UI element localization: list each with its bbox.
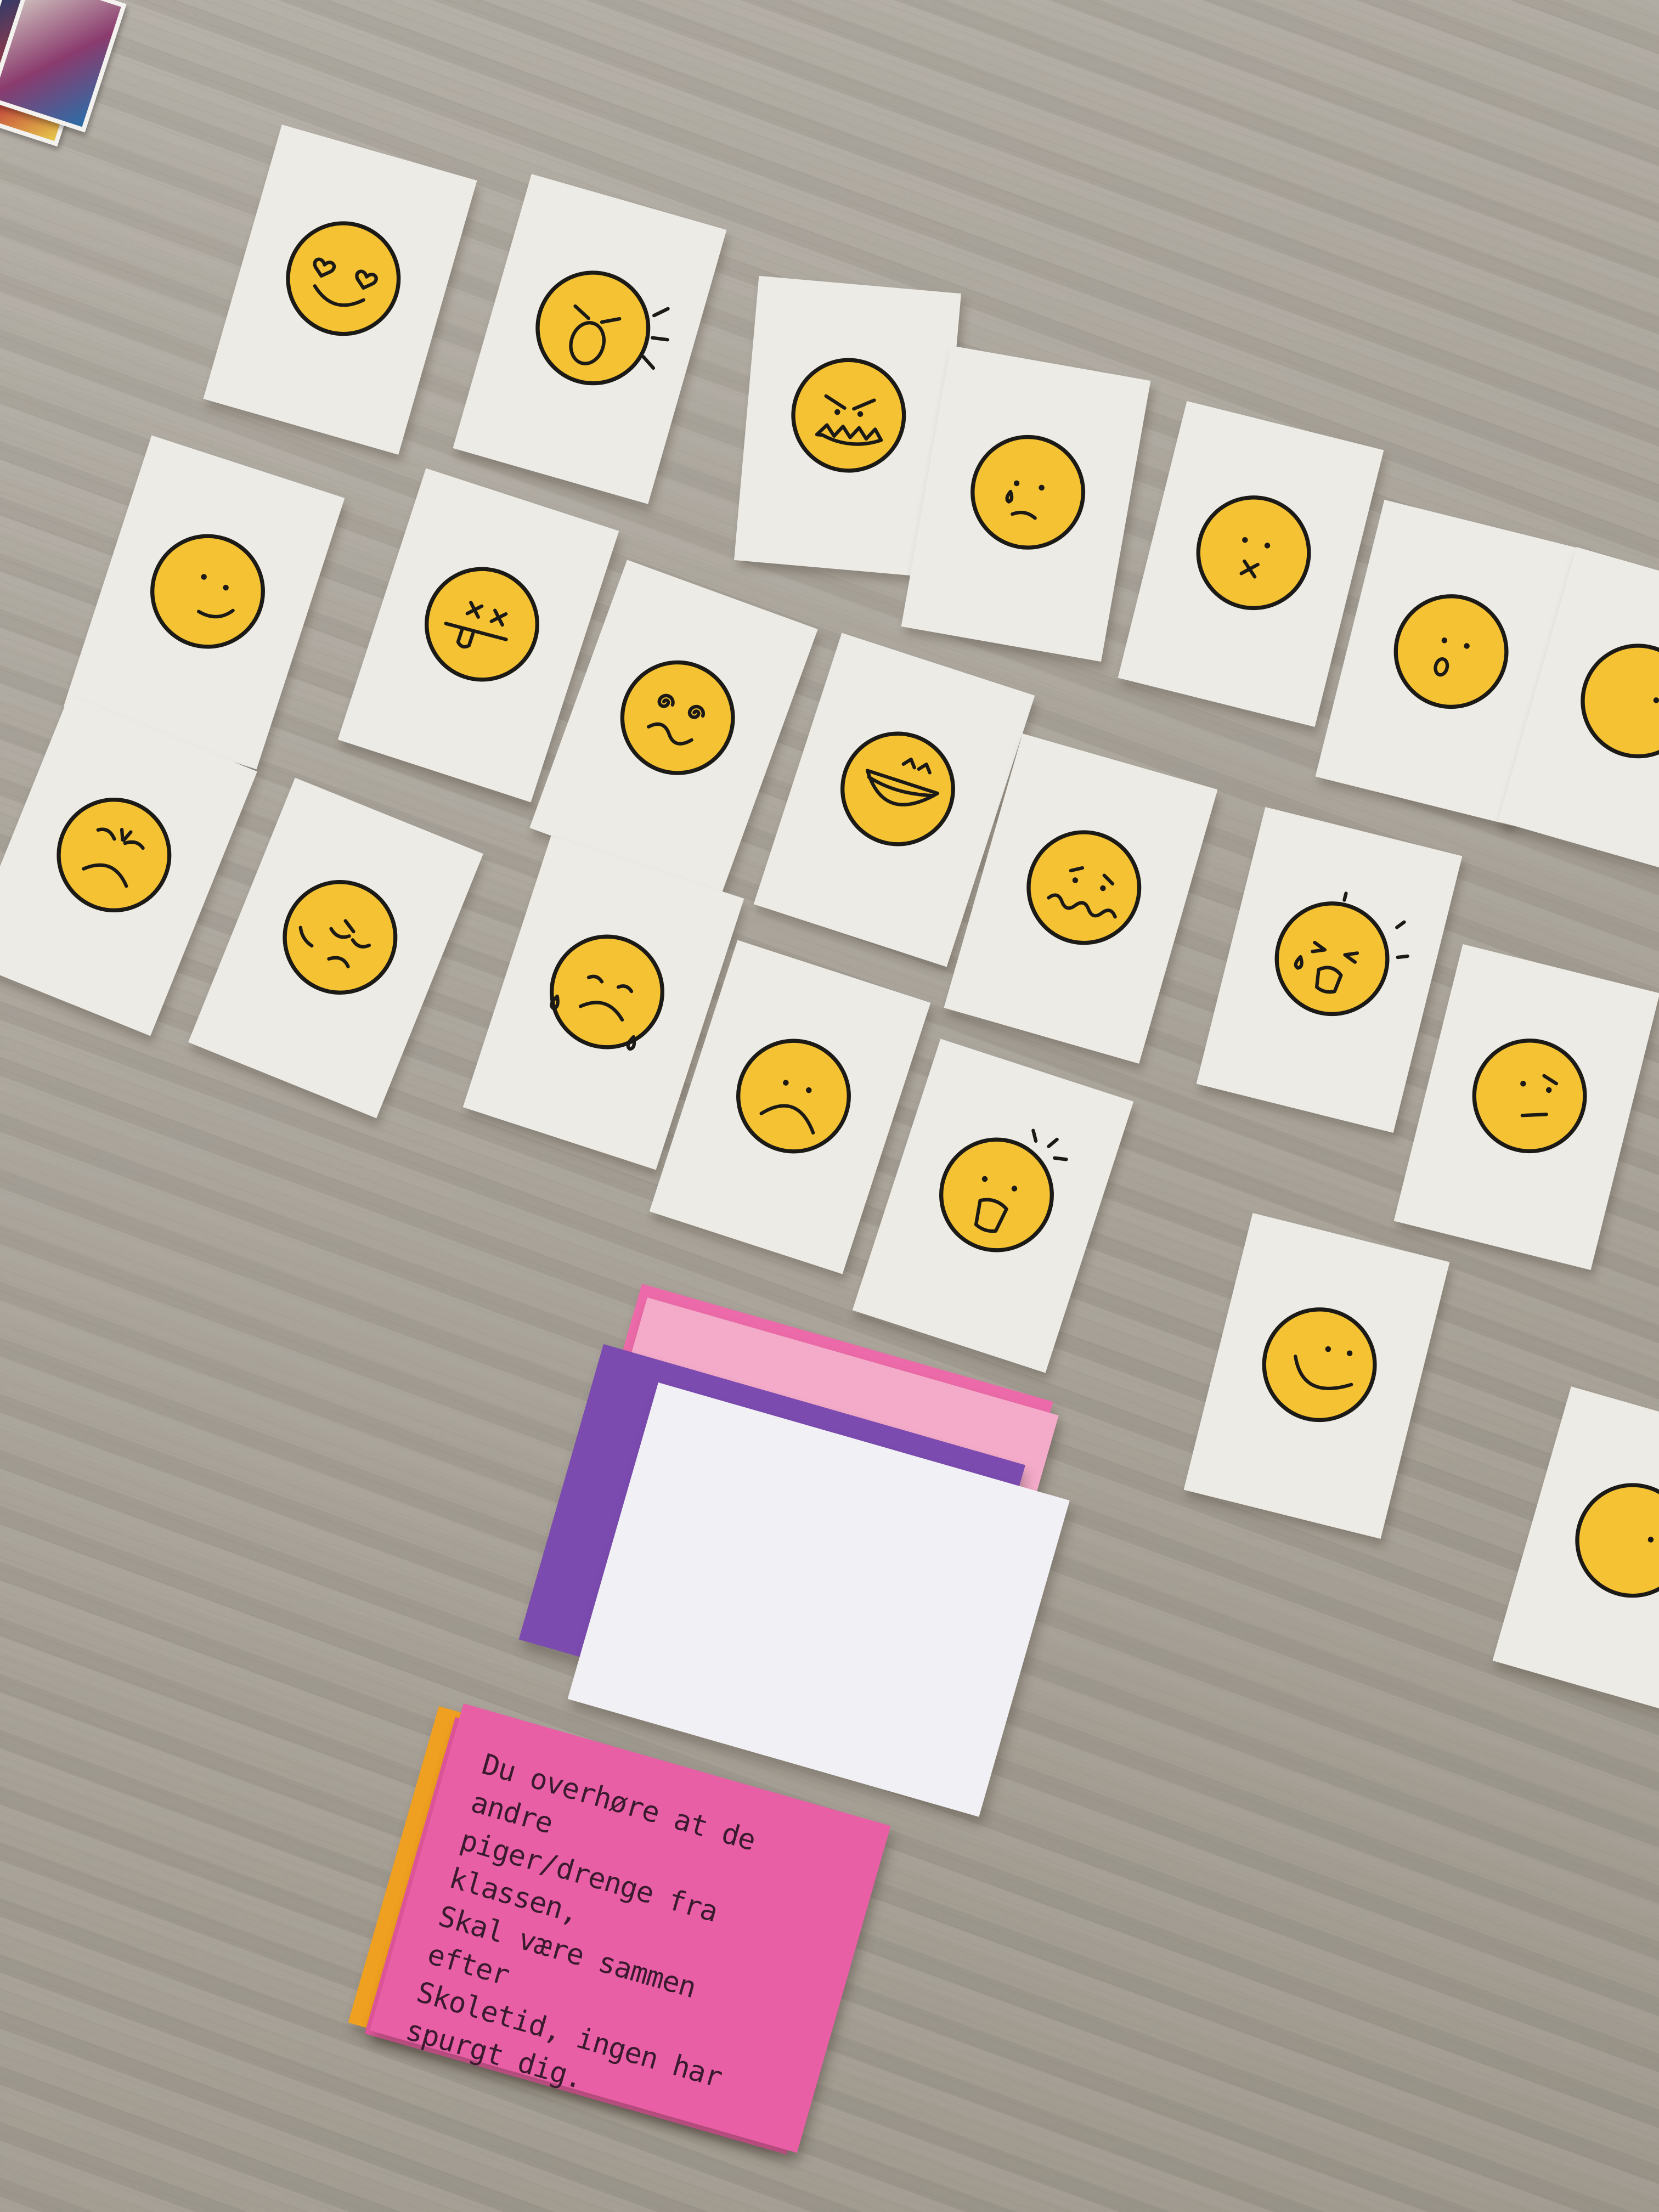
crying-face-icon: [534, 919, 680, 1065]
sticker-stack: [0, 0, 144, 177]
skeptical-face-icon: [1460, 1026, 1600, 1166]
scared-face-icon: [1262, 889, 1409, 1029]
edge-top-face-icon: [1567, 630, 1659, 772]
emotion-card-love: [203, 125, 477, 455]
angry-face-icon: [786, 353, 911, 478]
love-face-icon: [272, 207, 415, 350]
laughing-face-icon: [825, 716, 970, 862]
situation-text: Du overhøre at de andre piger/drenge fra…: [402, 1748, 759, 2096]
grumpy-face-icon: [39, 780, 189, 930]
emotion-card-skeptical: [1393, 944, 1659, 1271]
dizzy-face-icon: [604, 644, 752, 792]
sad-tear-face-icon: [961, 426, 1094, 559]
emotion-card-yelling: [453, 174, 727, 504]
emotion-card-happy: [1183, 1212, 1450, 1539]
edge-bottom-face-icon: [1561, 1469, 1659, 1612]
emotion-card-edge-bottom: [1492, 1386, 1659, 1717]
surprised-face-icon: [1381, 582, 1521, 722]
situation-card: Du overhøre at de andre piger/drenge fra…: [370, 1703, 891, 2153]
shocked-face-icon: [924, 1122, 1069, 1268]
smirk-face-icon: [135, 519, 280, 664]
yelling-face-icon: [522, 257, 670, 399]
emotion-card-scared: [1196, 806, 1463, 1133]
happy-face-icon: [1250, 1295, 1390, 1435]
hurt-face-icon: [1184, 483, 1324, 623]
frown-face-icon: [721, 1024, 866, 1169]
nervous-face-icon: [1013, 816, 1155, 959]
floor-scene: Du overhøre at de andre piger/drenge fra…: [0, 0, 1659, 2212]
dead-face-icon: [409, 552, 555, 697]
tired-face-icon: [265, 862, 415, 1012]
